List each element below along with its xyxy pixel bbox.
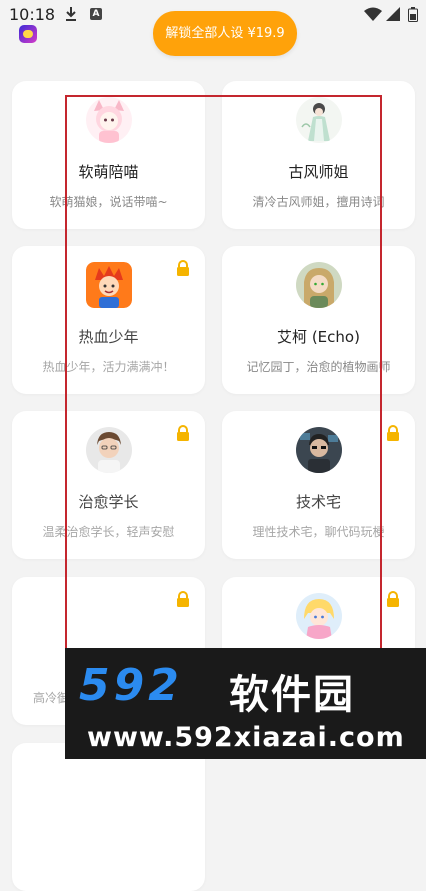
app-icon: [19, 25, 37, 43]
persona-card-catgirl[interactable]: 软萌陪喵 软萌猫娘，说话带喵~: [12, 81, 205, 229]
unlock-all-button[interactable]: 解锁全部人设 ¥19.9: [153, 11, 297, 56]
download-icon: [66, 7, 76, 21]
persona-desc: 记忆园丁，治愈的植物画师: [246, 360, 391, 374]
persona-desc: 热血少年，活力满满冲！: [42, 360, 175, 374]
persona-name: 技术宅: [295, 493, 341, 511]
persona-card-ancient-sister[interactable]: 古风师姐 清冷古风师姐，擅用诗词: [222, 81, 415, 229]
status-time: 10:18: [9, 5, 56, 24]
signal-icon: [386, 7, 400, 21]
watermark-logo: 592: [79, 660, 183, 711]
ancient-sister-avatar: [296, 97, 342, 143]
persona-card-tech-geek[interactable]: 技术宅 理性技术宅，聊代码玩梗: [222, 411, 415, 559]
persona-name: 热血少年: [78, 328, 139, 346]
lock-icon: [177, 425, 189, 441]
persona-card-echo[interactable]: 艾柯 (Echo) 记忆园丁，治愈的植物画师: [222, 246, 415, 394]
persona-name: 艾柯 (Echo): [277, 328, 360, 346]
persona-card-hot-blooded-boy[interactable]: 热血少年 热血少年，活力满满冲！: [12, 246, 205, 394]
persona-name: 古风师姐: [288, 163, 349, 181]
lock-icon: [387, 425, 399, 441]
battery-icon: [408, 7, 418, 22]
persona-desc: 软萌猫娘，说话带喵~: [49, 195, 168, 209]
persona-name: 治愈学长: [78, 493, 139, 511]
lock-icon: [177, 260, 189, 276]
persona-name: 软萌陪喵: [78, 163, 139, 181]
echo-avatar: [296, 262, 342, 308]
magical-girl-avatar: [296, 593, 342, 639]
hot-blooded-boy-avatar: [86, 262, 132, 308]
watermark-banner: 592 软件园 www.592xiazai.com: [65, 648, 426, 759]
watermark-cn-text: 软件园: [229, 672, 355, 718]
lock-icon: [387, 591, 399, 607]
persona-desc: 清冷古风师姐，擅用诗词: [252, 195, 385, 209]
tech-geek-avatar: [296, 427, 342, 473]
persona-desc: 温柔治愈学长，轻声安慰: [42, 525, 175, 539]
catgirl-avatar: [86, 97, 132, 143]
notification-a-icon: A: [90, 8, 102, 20]
persona-card-partial[interactable]: [12, 743, 205, 891]
senior-avatar: [86, 427, 132, 473]
persona-card-senior[interactable]: 治愈学长 温柔治愈学长，轻声安慰: [12, 411, 205, 559]
watermark-url: www.592xiazai.com: [87, 722, 405, 753]
persona-desc: 理性技术宅，聊代码玩梗: [252, 525, 385, 539]
lock-icon: [177, 591, 189, 607]
wifi-icon: [364, 7, 382, 21]
